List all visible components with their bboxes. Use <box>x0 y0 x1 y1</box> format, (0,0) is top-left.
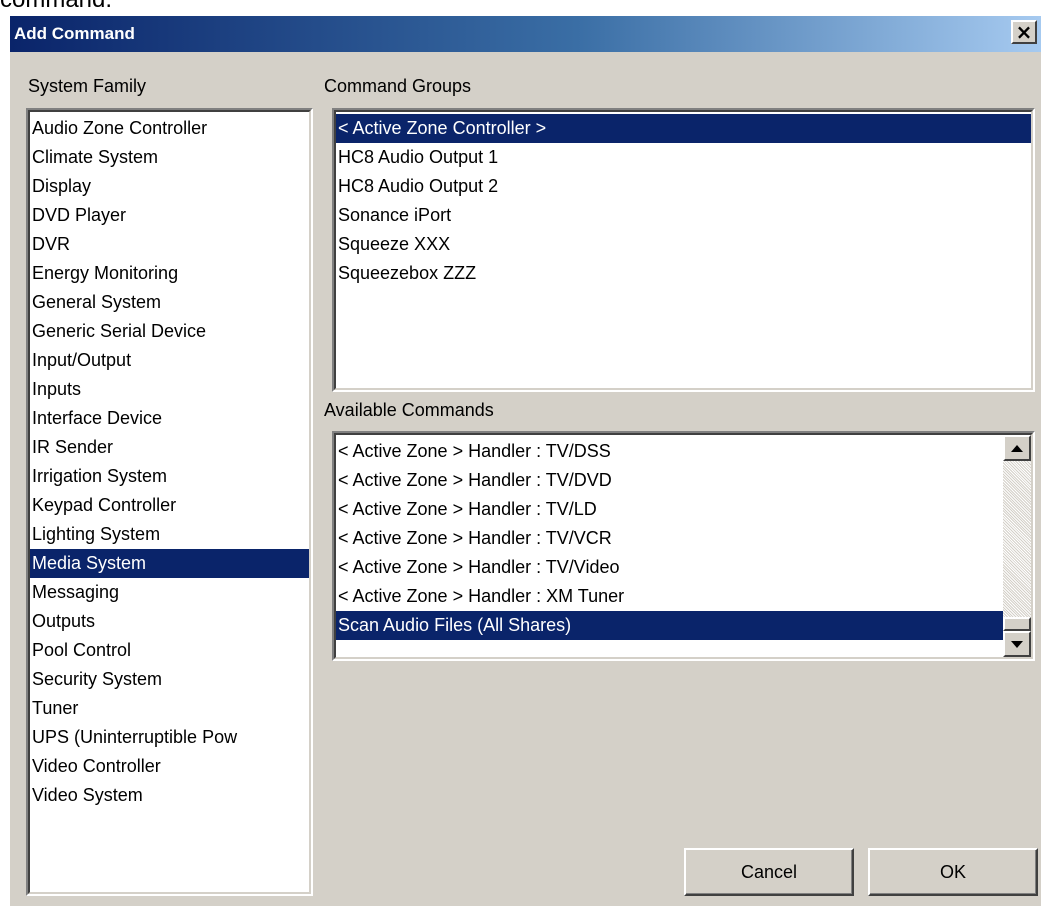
list-item[interactable]: < Active Zone > Handler : TV/LD <box>336 495 1003 524</box>
list-item[interactable]: < Active Zone > Handler : TV/Video <box>336 553 1003 582</box>
list-item[interactable]: Keypad Controller <box>30 491 309 520</box>
list-item[interactable]: < Active Zone > Handler : TV/DVD <box>336 466 1003 495</box>
scroll-down-button[interactable] <box>1003 631 1031 657</box>
list-item[interactable]: < Active Zone > Handler : TV/DSS <box>336 437 1003 466</box>
list-item[interactable]: Pool Control <box>30 636 309 665</box>
arrow-up-icon <box>1011 444 1023 452</box>
cancel-button[interactable]: Cancel <box>684 848 854 896</box>
add-command-dialog: Add Command × System Family Audio Zone C… <box>8 14 1041 906</box>
title-bar: Add Command × <box>10 16 1041 52</box>
close-icon: × <box>1015 20 1033 44</box>
list-item[interactable]: Video Controller <box>30 752 309 781</box>
scroll-up-button[interactable] <box>1003 435 1031 461</box>
list-item[interactable]: DVD Player <box>30 201 309 230</box>
available-commands-list: < Active Zone > Handler : TV/DSS < Active… <box>336 435 1003 640</box>
dialog-title: Add Command <box>14 24 135 43</box>
list-item[interactable]: Irrigation System <box>30 462 309 491</box>
list-item[interactable]: Security System <box>30 665 309 694</box>
background-text: command. <box>0 0 112 14</box>
list-item[interactable]: Generic Serial Device <box>30 317 309 346</box>
ok-button[interactable]: OK <box>868 848 1038 896</box>
list-item[interactable]: Display <box>30 172 309 201</box>
list-item[interactable]: Climate System <box>30 143 309 172</box>
system-family-label: System Family <box>28 76 147 96</box>
list-item[interactable]: Messaging <box>30 578 309 607</box>
list-item[interactable]: General System <box>30 288 309 317</box>
list-item[interactable]: HC8 Audio Output 2 <box>336 172 1031 201</box>
list-item[interactable]: Video System <box>30 781 309 810</box>
list-item[interactable]: UPS (Uninterruptible Pow <box>30 723 309 752</box>
list-item[interactable]: Media System <box>30 549 309 578</box>
available-commands-label: Available Commands <box>324 400 494 420</box>
command-groups-list: < Active Zone Controller > HC8 Audio Outp… <box>336 112 1031 288</box>
close-button[interactable]: × <box>1011 20 1037 44</box>
list-item[interactable]: Inputs <box>30 375 309 404</box>
list-item[interactable]: Lighting System <box>30 520 309 549</box>
list-item[interactable]: < Active Zone Controller > <box>336 114 1031 143</box>
list-item[interactable]: IR Sender <box>30 433 309 462</box>
list-item[interactable]: Input/Output <box>30 346 309 375</box>
list-item[interactable]: Scan Audio Files (All Shares) <box>336 611 1003 640</box>
system-family-list: Audio Zone Controller Climate System Displ… <box>30 112 309 810</box>
list-item[interactable]: Interface Device <box>30 404 309 433</box>
list-item[interactable]: < Active Zone > Handler : TV/VCR <box>336 524 1003 553</box>
list-item[interactable]: Audio Zone Controller <box>30 114 309 143</box>
list-item[interactable]: Tuner <box>30 694 309 723</box>
command-groups-listbox[interactable]: < Active Zone Controller > HC8 Audio Outp… <box>332 108 1035 392</box>
arrow-down-icon <box>1011 640 1023 648</box>
list-item[interactable]: < Active Zone > Handler : XM Tuner <box>336 582 1003 611</box>
list-item[interactable]: Squeeze XXX <box>336 230 1031 259</box>
command-groups-label: Command Groups <box>324 76 472 96</box>
list-item[interactable]: Sonance iPort <box>336 201 1031 230</box>
available-commands-scrollbar[interactable] <box>1003 435 1031 657</box>
list-item[interactable]: Energy Monitoring <box>30 259 309 288</box>
scroll-thumb[interactable] <box>1003 617 1031 631</box>
list-item[interactable]: HC8 Audio Output 1 <box>336 143 1031 172</box>
list-item[interactable]: DVR <box>30 230 309 259</box>
list-item[interactable]: Outputs <box>30 607 309 636</box>
system-family-listbox[interactable]: Audio Zone Controller Climate System Displ… <box>26 108 313 896</box>
list-item[interactable]: Squeezebox ZZZ <box>336 259 1031 288</box>
available-commands-listbox[interactable]: < Active Zone > Handler : TV/DSS < Active… <box>332 431 1035 661</box>
